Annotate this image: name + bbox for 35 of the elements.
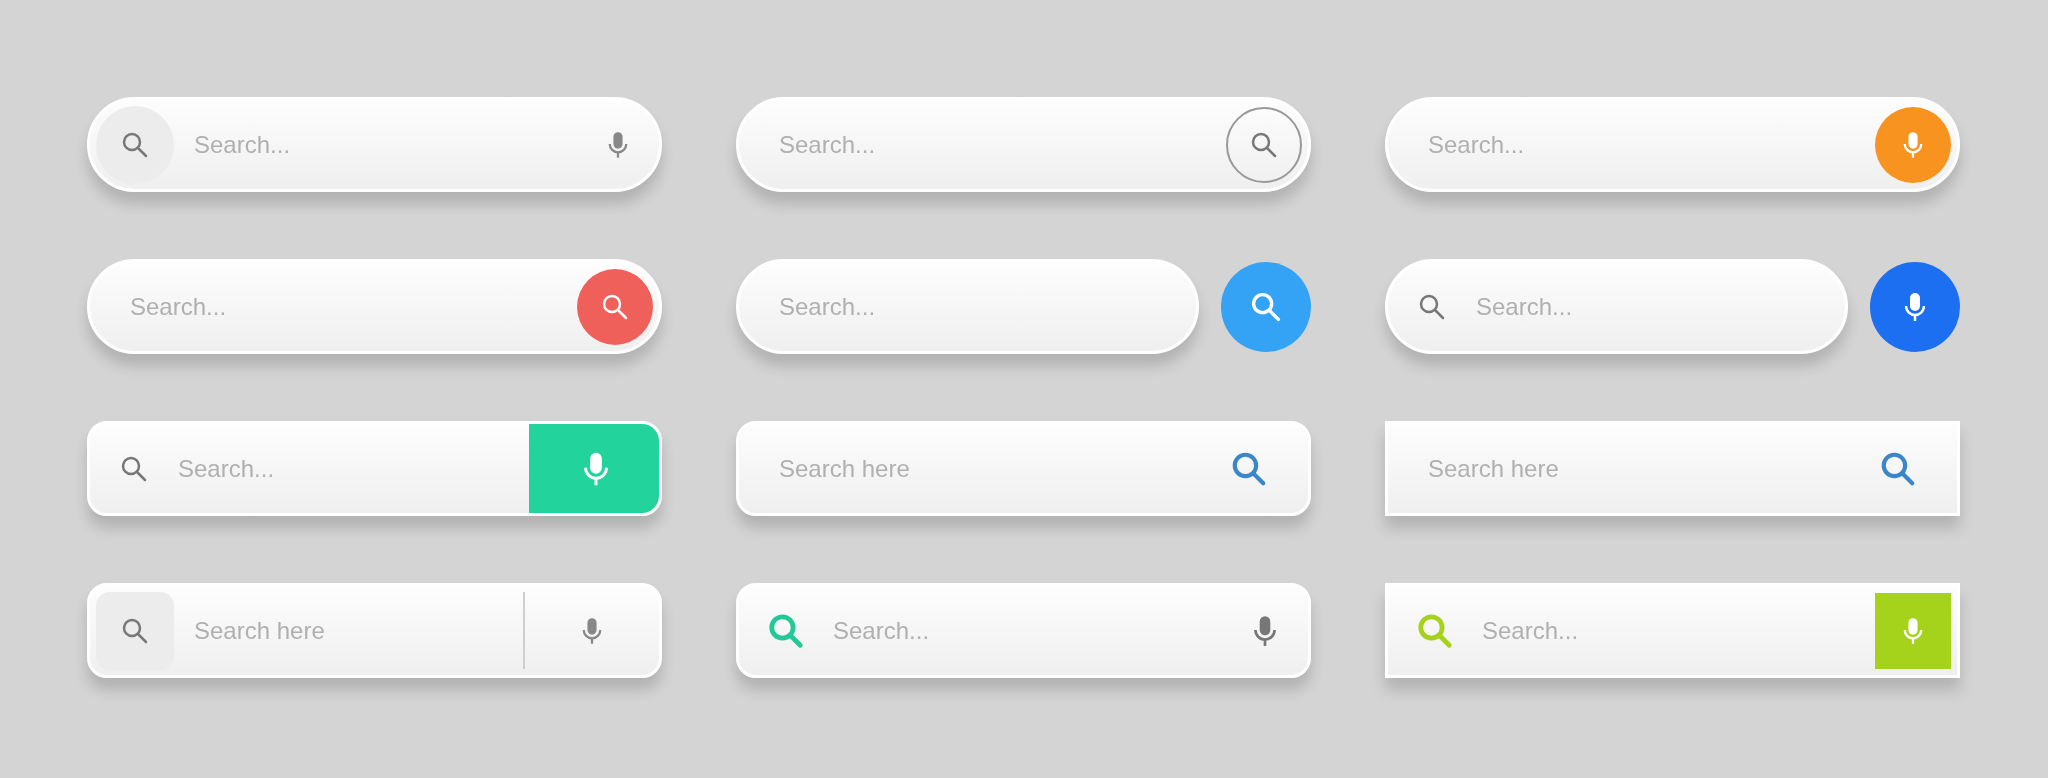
search-field[interactable]: Search... [1385, 583, 1960, 678]
microphone-icon[interactable] [607, 129, 629, 160]
search-field[interactable]: Search here [736, 421, 1311, 516]
search-button[interactable] [577, 268, 653, 345]
search-field[interactable]: Search here [87, 583, 662, 678]
search-input[interactable]: Search here [1388, 448, 1879, 489]
search-field[interactable]: Search... [87, 97, 662, 192]
search-input[interactable]: Search... [805, 610, 1252, 651]
search-input[interactable]: Search... [90, 286, 577, 327]
search-field[interactable]: Search... [1385, 259, 1848, 354]
search-field[interactable]: Search... [87, 259, 662, 354]
search-field[interactable]: Search... [1385, 97, 1960, 192]
microphone-button[interactable] [529, 424, 659, 513]
search-field[interactable]: Search... [87, 421, 662, 516]
search-input[interactable]: Search... [739, 286, 1196, 327]
search-input[interactable]: Search here [174, 610, 523, 651]
search-button[interactable] [96, 591, 174, 670]
search-input[interactable]: Search... [1454, 610, 1875, 651]
microphone-icon [1902, 615, 1924, 646]
search-field[interactable]: Search... [736, 259, 1199, 354]
search-input[interactable]: Search... [150, 448, 529, 489]
search-button[interactable] [96, 105, 174, 184]
search-field[interactable]: Search... [736, 97, 1311, 192]
search-input[interactable]: Search... [739, 124, 1226, 165]
microphone-icon[interactable] [1252, 613, 1278, 648]
search-input[interactable]: Search here [739, 448, 1230, 489]
search-input[interactable]: Search... [174, 124, 607, 165]
search-field[interactable]: Search... [736, 583, 1311, 678]
microphone-button[interactable] [1875, 106, 1951, 183]
search-field[interactable]: Search here [1385, 421, 1960, 516]
search-button[interactable] [1226, 106, 1302, 183]
search-input[interactable]: Search... [1448, 286, 1845, 327]
microphone-icon [1902, 129, 1924, 160]
microphone-icon[interactable] [581, 615, 603, 646]
search-input[interactable]: Search... [1388, 124, 1875, 165]
